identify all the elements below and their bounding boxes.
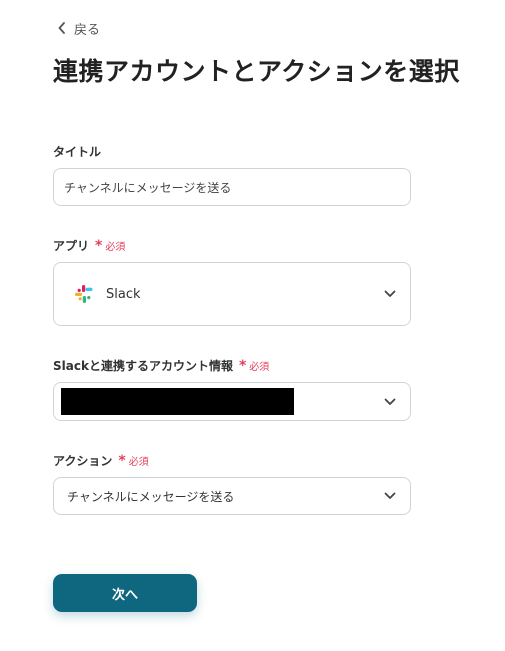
account-field-label: Slackと連携するアカウント情報 * 必須	[53, 357, 269, 374]
required-text: 必須	[249, 362, 270, 373]
title-field-label: タイトル	[53, 143, 101, 160]
redacted-account-value	[61, 388, 294, 415]
title-input-value: チャンネルにメッセージを送る	[64, 180, 232, 195]
account-select[interactable]	[53, 382, 411, 421]
back-link[interactable]: 戻る	[58, 18, 100, 38]
slack-logo-icon	[74, 284, 94, 304]
next-button[interactable]: 次へ	[53, 574, 197, 612]
app-select[interactable]: Slack	[53, 262, 411, 326]
action-select[interactable]: チャンネルにメッセージを送る	[53, 477, 411, 515]
action-field-label-text: アクション	[53, 454, 113, 468]
required-text: 必須	[105, 242, 126, 253]
action-select-value: チャンネルにメッセージを送る	[67, 489, 235, 504]
chevron-down-icon	[384, 290, 396, 298]
title-field-label-text: タイトル	[53, 145, 102, 159]
required-asterisk: *	[118, 452, 126, 469]
page-title: 連携アカウントとアクションを選択	[53, 57, 460, 86]
account-field-label-text: Slackと連携するアカウント情報	[53, 359, 233, 373]
chevron-down-icon	[384, 398, 396, 406]
app-field-label: アプリ * 必須	[53, 237, 125, 254]
required-text: 必須	[128, 457, 149, 468]
app-select-value: Slack	[106, 286, 141, 302]
action-field-label: アクション * 必須	[53, 452, 149, 469]
required-asterisk: *	[238, 357, 247, 374]
title-input[interactable]: チャンネルにメッセージを送る	[53, 168, 411, 206]
app-field-label-text: アプリ	[53, 239, 90, 253]
back-label: 戻る	[74, 22, 101, 38]
required-asterisk: *	[95, 237, 103, 254]
chevron-left-icon	[58, 22, 68, 34]
chevron-down-icon	[384, 492, 396, 500]
